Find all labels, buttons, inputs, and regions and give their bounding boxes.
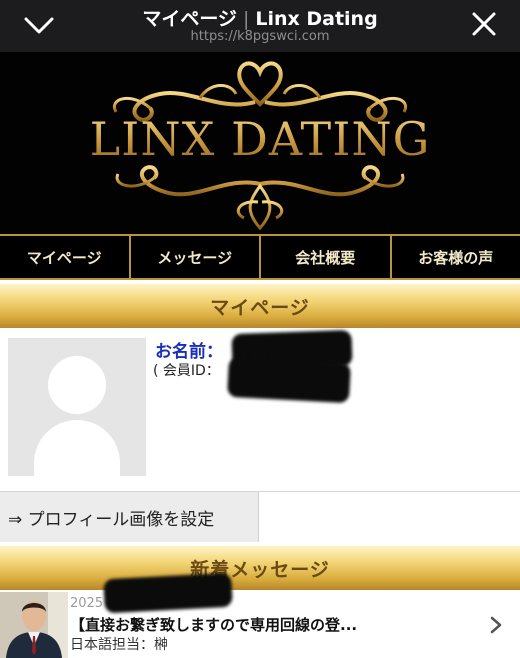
nav-item-messages[interactable]: メッセージ <box>128 236 260 278</box>
set-profile-image-button[interactable]: ⇒ プロフィール画像を設定 <box>0 492 259 542</box>
messages-section-header: 新着メッセージ <box>0 546 520 590</box>
avatar-body-shape <box>34 420 120 476</box>
browser-title: マイページ | Linx Dating <box>0 4 520 31</box>
name-label: お名前： <box>155 342 223 362</box>
close-icon[interactable] <box>470 10 498 38</box>
sender-photo-graphic <box>0 592 68 658</box>
chevron-right-icon <box>490 616 502 634</box>
member-id-label: ( 会員ID： <box>153 363 220 379</box>
browser-title-site: Linx Dating <box>255 8 378 30</box>
browser-bar: マイページ | Linx Dating https://k8pgswci.com <box>0 0 520 52</box>
message-sender: 日本語担当：榊 <box>70 637 168 653</box>
redaction-mark <box>103 572 233 614</box>
redaction-mark <box>227 356 351 404</box>
avatar-head-shape <box>48 356 106 414</box>
site-banner[interactable]: LINX DATING <box>0 52 520 234</box>
sender-photo <box>0 592 68 658</box>
avatar[interactable] <box>8 338 146 476</box>
main-nav: マイページ メッセージ 会社概要 お客様の声 <box>0 234 520 280</box>
nav-item-mypage[interactable]: マイページ <box>0 236 129 278</box>
browser-title-separator: | <box>242 8 250 30</box>
message-list-item[interactable]: 2025 【直接お繋ぎ致しますので専用回線の登... 日本語担当：榊 <box>0 590 520 658</box>
message-date: 2025 <box>70 596 104 611</box>
nav-item-testimonials[interactable]: お客様の声 <box>389 236 520 278</box>
nav-item-company[interactable]: 会社概要 <box>259 236 390 278</box>
logo-text: LINX DATING <box>0 112 520 166</box>
mypage-section-header: マイページ <box>0 284 520 328</box>
browser-url: https://k8pgswci.com <box>190 29 330 44</box>
browser-title-page: マイページ <box>142 8 237 30</box>
message-subject: 【直接お繋ぎ致しますので専用回線の登... <box>70 616 358 634</box>
